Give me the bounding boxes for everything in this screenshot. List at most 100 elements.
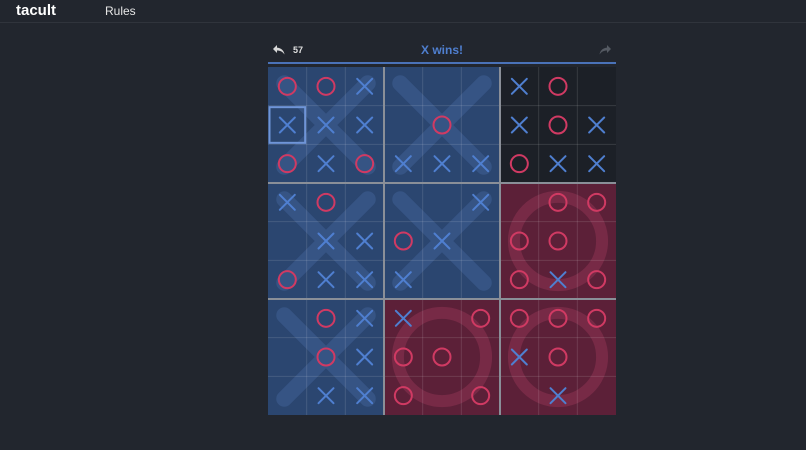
board-cell[interactable] <box>577 106 616 145</box>
board-cell[interactable] <box>268 260 307 299</box>
board-cell[interactable] <box>345 106 384 145</box>
board-cell[interactable] <box>423 144 462 183</box>
board-cell[interactable] <box>384 67 423 106</box>
cell-hit-area[interactable] <box>268 376 307 415</box>
board-cell[interactable] <box>307 144 346 183</box>
board-cell[interactable] <box>577 67 616 106</box>
cell-hit-area[interactable] <box>461 67 500 106</box>
board-cell[interactable] <box>345 67 384 106</box>
cell-hit-area[interactable] <box>461 222 500 261</box>
board-cell[interactable] <box>461 338 500 377</box>
cell-hit-area[interactable] <box>307 183 346 222</box>
board-cell[interactable] <box>539 338 578 377</box>
board-cell[interactable] <box>384 376 423 415</box>
board-cell[interactable] <box>539 106 578 145</box>
cell-hit-area[interactable] <box>268 260 307 299</box>
board-cell[interactable] <box>345 260 384 299</box>
board-cell[interactable] <box>539 183 578 222</box>
board-cell[interactable] <box>423 376 462 415</box>
board-cell[interactable] <box>307 67 346 106</box>
cell-hit-area[interactable] <box>539 222 578 261</box>
app-logo[interactable]: tacult <box>16 2 56 19</box>
cell-hit-area[interactable] <box>461 376 500 415</box>
board-cell[interactable] <box>577 260 616 299</box>
cell-hit-area[interactable] <box>384 376 423 415</box>
board-cell[interactable] <box>268 106 307 145</box>
board-cell[interactable] <box>423 67 462 106</box>
cell-hit-area[interactable] <box>500 144 539 183</box>
board-cell[interactable] <box>500 222 539 261</box>
cell-hit-area[interactable] <box>461 106 500 145</box>
board-cell[interactable] <box>500 183 539 222</box>
cell-hit-area[interactable] <box>539 299 578 338</box>
cell-hit-area[interactable] <box>345 183 384 222</box>
cell-hit-area[interactable] <box>577 183 616 222</box>
cell-hit-area[interactable] <box>268 338 307 377</box>
cell-hit-area[interactable] <box>539 338 578 377</box>
cell-hit-area[interactable] <box>500 260 539 299</box>
board-cell[interactable] <box>384 106 423 145</box>
board-cell[interactable] <box>268 222 307 261</box>
board-cell[interactable] <box>307 260 346 299</box>
board-cell[interactable] <box>384 338 423 377</box>
cell-hit-area[interactable] <box>500 299 539 338</box>
cell-hit-area[interactable] <box>268 299 307 338</box>
board-cell[interactable] <box>345 183 384 222</box>
cell-hit-area[interactable] <box>577 260 616 299</box>
cell-hit-area[interactable] <box>577 222 616 261</box>
cell-hit-area[interactable] <box>577 376 616 415</box>
board-cell[interactable] <box>577 338 616 377</box>
board-cell[interactable] <box>307 106 346 145</box>
board-cell[interactable] <box>500 106 539 145</box>
board-cell[interactable] <box>384 222 423 261</box>
board-cell[interactable] <box>461 299 500 338</box>
board-cell[interactable] <box>423 260 462 299</box>
cell-hit-area[interactable] <box>423 338 462 377</box>
cell-hit-area[interactable] <box>577 338 616 377</box>
board-cell[interactable] <box>423 299 462 338</box>
board-cell[interactable] <box>539 299 578 338</box>
board-cell[interactable] <box>423 183 462 222</box>
board-cell[interactable] <box>461 144 500 183</box>
board-cell[interactable] <box>268 67 307 106</box>
cell-hit-area[interactable] <box>307 338 346 377</box>
cell-hit-area[interactable] <box>384 222 423 261</box>
board-cell[interactable] <box>384 144 423 183</box>
board-cell[interactable] <box>500 67 539 106</box>
cell-hit-area[interactable] <box>423 376 462 415</box>
board-cell[interactable] <box>500 338 539 377</box>
board-cell[interactable] <box>307 338 346 377</box>
cell-hit-area[interactable] <box>384 338 423 377</box>
board-cell[interactable] <box>500 299 539 338</box>
board-cell[interactable] <box>539 222 578 261</box>
cell-hit-area[interactable] <box>539 183 578 222</box>
cell-hit-area[interactable] <box>345 144 384 183</box>
board-cell[interactable] <box>268 183 307 222</box>
board-cell[interactable] <box>384 183 423 222</box>
board-cell[interactable] <box>268 299 307 338</box>
board-cell[interactable] <box>461 67 500 106</box>
cell-hit-area[interactable] <box>268 144 307 183</box>
cell-hit-area[interactable] <box>461 260 500 299</box>
board-cell[interactable] <box>384 299 423 338</box>
board-cell[interactable] <box>268 376 307 415</box>
board-cell[interactable] <box>577 222 616 261</box>
cell-hit-area[interactable] <box>384 183 423 222</box>
cell-hit-area[interactable] <box>423 67 462 106</box>
board-cell[interactable] <box>577 183 616 222</box>
board-cell[interactable] <box>461 222 500 261</box>
cell-hit-area[interactable] <box>577 67 616 106</box>
board-cell[interactable] <box>345 338 384 377</box>
cell-hit-area[interactable] <box>423 106 462 145</box>
cell-hit-area[interactable] <box>423 299 462 338</box>
board-cell[interactable] <box>268 338 307 377</box>
cell-hit-area[interactable] <box>539 67 578 106</box>
board-cell[interactable] <box>307 376 346 415</box>
board-cell[interactable] <box>577 144 616 183</box>
cell-hit-area[interactable] <box>461 299 500 338</box>
board-cell[interactable] <box>577 299 616 338</box>
board-cell[interactable] <box>345 222 384 261</box>
board-cell[interactable] <box>307 183 346 222</box>
board-cell[interactable] <box>307 222 346 261</box>
cell-hit-area[interactable] <box>500 183 539 222</box>
